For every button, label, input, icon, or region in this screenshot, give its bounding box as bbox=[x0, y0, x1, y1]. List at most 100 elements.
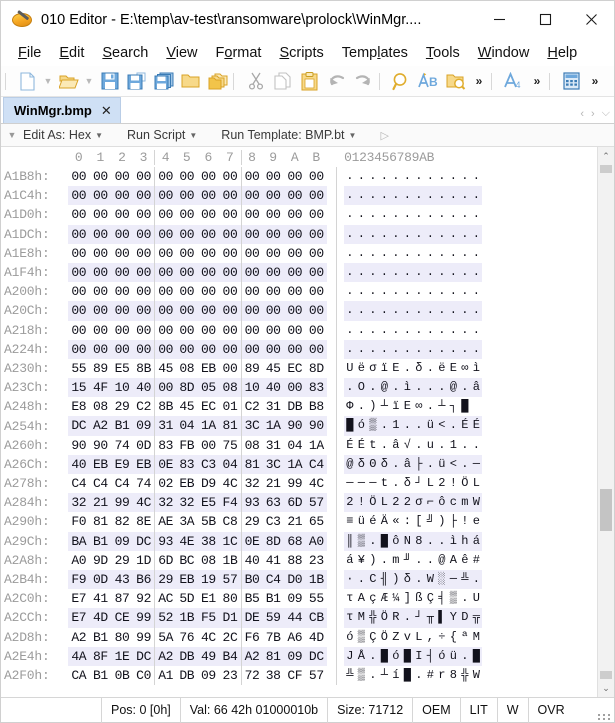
ascii-char-cell[interactable]: ü bbox=[447, 646, 460, 666]
hex-byte-cell[interactable]: 01 bbox=[219, 397, 241, 416]
ascii-char-cell[interactable]: . bbox=[413, 339, 425, 359]
ascii-char-cell[interactable]: . bbox=[471, 244, 483, 263]
hex-byte-cell[interactable]: 09 bbox=[283, 646, 306, 666]
hex-byte-cell[interactable]: 38 bbox=[262, 666, 284, 685]
ascii-char-cell[interactable]: . bbox=[356, 397, 368, 416]
hex-byte-cell[interactable]: 00 bbox=[240, 243, 263, 263]
ascii-char-cell[interactable]: . bbox=[471, 205, 483, 224]
hex-byte-cell[interactable]: 00 bbox=[90, 282, 112, 301]
hex-byte-cell[interactable]: 3C bbox=[262, 454, 284, 474]
hex-byte-cell[interactable]: 00 bbox=[176, 321, 198, 340]
ascii-char-cell[interactable]: Z bbox=[390, 628, 402, 647]
hex-row[interactable]: A260h: 90 90 74 0D 83 FB 00 75 08 31 04 1A É Ét. â √. u. 1… bbox=[1, 435, 597, 455]
hex-byte-cell[interactable]: 32 bbox=[68, 493, 90, 513]
hex-byte-cell[interactable]: 00 bbox=[262, 205, 284, 224]
hex-byte-cell[interactable]: 09 bbox=[198, 666, 220, 685]
menu-tools[interactable]: Tools bbox=[417, 42, 469, 64]
hex-byte-cell[interactable]: 38 bbox=[197, 531, 220, 551]
hex-byte-cell[interactable]: 7B bbox=[262, 628, 284, 647]
hex-byte-cell[interactable]: 1A bbox=[197, 416, 220, 436]
hex-byte-cell[interactable]: 0B bbox=[111, 666, 133, 685]
hex-byte-cell[interactable]: 10 bbox=[111, 378, 133, 398]
ascii-char-cell[interactable]: Ä bbox=[379, 512, 391, 531]
hex-byte-cell[interactable]: 00 bbox=[198, 244, 220, 263]
ascii-char-cell[interactable]: . bbox=[459, 321, 471, 340]
ascii-char-cell[interactable]: ▒ bbox=[356, 666, 368, 685]
edit-as-dropdown[interactable]: Edit As: Hex ▼ bbox=[23, 128, 113, 142]
ascii-char-cell[interactable]: . bbox=[390, 167, 402, 186]
ascii-char-cell[interactable]: r bbox=[436, 666, 448, 685]
ascii-cell-group[interactable]: @ δ Θδ. â ├. ü <. ─ bbox=[336, 454, 483, 474]
hex-byte-cell[interactable]: 57 bbox=[219, 569, 241, 590]
hex-byte-cell[interactable]: 00 bbox=[219, 186, 241, 206]
hex-byte-cell[interactable]: 00 bbox=[89, 301, 112, 321]
hex-byte-cell[interactable]: DC bbox=[132, 646, 155, 666]
ascii-char-cell[interactable]: . bbox=[470, 569, 483, 590]
ascii-char-cell[interactable]: ▒ bbox=[355, 531, 368, 551]
ascii-char-cell[interactable]: . bbox=[471, 167, 483, 186]
ascii-char-cell[interactable]: . bbox=[367, 224, 379, 244]
ascii-char-cell[interactable]: . bbox=[367, 339, 379, 359]
ascii-char-cell[interactable]: 8 bbox=[413, 531, 425, 551]
ascii-char-cell[interactable]: ─ bbox=[470, 454, 483, 474]
ascii-char-cell[interactable]: m bbox=[390, 551, 402, 570]
hex-byte-cell[interactable]: 00 bbox=[154, 205, 176, 225]
hex-byte-cell[interactable]: 29 bbox=[240, 512, 263, 532]
ascii-char-cell[interactable]: ì bbox=[471, 359, 483, 378]
ascii-char-cell[interactable]: ⌐ bbox=[424, 493, 437, 513]
hex-byte-cell[interactable]: D1 bbox=[219, 608, 241, 628]
ascii-char-cell[interactable]: 2 bbox=[390, 493, 402, 513]
ascii-char-cell[interactable]: ▌ bbox=[436, 608, 448, 628]
ascii-char-cell[interactable]: . bbox=[459, 167, 471, 186]
ascii-char-cell[interactable]: . bbox=[424, 262, 437, 283]
ascii-char-cell[interactable]: 2 bbox=[436, 474, 448, 493]
ascii-char-cell[interactable]: . bbox=[390, 321, 402, 340]
run-template-dropdown[interactable]: Run Template: BMP.bt ▼ bbox=[221, 128, 366, 142]
save-as-icon[interactable] bbox=[123, 68, 150, 95]
ascii-char-cell[interactable]: . bbox=[470, 224, 483, 244]
hex-byte-cell[interactable]: 0D bbox=[133, 436, 155, 455]
hex-byte-cell[interactable]: 1A bbox=[283, 454, 306, 474]
hex-byte-cell[interactable]: 57 bbox=[305, 493, 328, 513]
hex-byte-cell[interactable]: 82 bbox=[111, 512, 133, 531]
hex-byte-cell[interactable]: BC bbox=[176, 551, 198, 570]
ascii-cell-group[interactable]: ·. C ╢) δ. W ░ ─ ╩. bbox=[336, 569, 483, 590]
ascii-char-cell[interactable]: . bbox=[402, 321, 414, 340]
hex-byte-cell[interactable]: 00 bbox=[133, 282, 155, 301]
ascii-char-cell[interactable]: . bbox=[425, 397, 437, 416]
ascii-char-cell[interactable]: L bbox=[471, 474, 483, 493]
ascii-char-cell[interactable]: ë bbox=[436, 359, 448, 378]
hex-byte-cell[interactable]: 93 bbox=[154, 531, 176, 551]
hex-byte-cell[interactable]: 49 bbox=[197, 646, 220, 666]
ascii-char-cell[interactable]: ─ bbox=[447, 569, 460, 590]
hex-byte-cell[interactable]: 00 bbox=[111, 244, 133, 263]
ascii-char-cell[interactable]: . bbox=[355, 224, 368, 244]
hex-byte-cell[interactable]: 0E bbox=[240, 531, 263, 551]
hex-byte-cell[interactable]: B4 bbox=[219, 646, 241, 666]
hex-byte-cell[interactable]: 00 bbox=[154, 243, 176, 263]
ascii-char-cell[interactable]: W bbox=[471, 666, 483, 685]
ascii-char-cell[interactable]: . bbox=[436, 531, 448, 551]
hex-byte-cell[interactable]: B6 bbox=[132, 569, 155, 590]
hex-byte-cell[interactable]: 45 bbox=[262, 359, 284, 378]
ascii-char-cell[interactable]: É bbox=[356, 436, 368, 455]
hex-byte-cell[interactable]: 21 bbox=[89, 493, 112, 513]
ascii-char-cell[interactable]: . bbox=[355, 339, 368, 359]
hex-byte-cell[interactable]: 00 bbox=[154, 378, 176, 398]
scrollbar-track[interactable] bbox=[598, 165, 614, 679]
hex-byte-cell[interactable]: 59 bbox=[262, 608, 284, 628]
hex-byte-cell[interactable]: 00 bbox=[240, 320, 263, 340]
ascii-char-cell[interactable]: . bbox=[390, 301, 402, 321]
ascii-char-cell[interactable]: . bbox=[390, 224, 402, 244]
hex-byte-cell[interactable]: 00 bbox=[132, 224, 155, 244]
hex-byte-cell[interactable]: 3A bbox=[176, 512, 198, 531]
hex-byte-cell[interactable]: 5B bbox=[198, 512, 220, 531]
menu-templates[interactable]: Templates bbox=[333, 42, 417, 64]
ascii-char-cell[interactable]: E bbox=[402, 397, 414, 416]
hex-byte-cell[interactable]: 00 bbox=[284, 282, 306, 301]
ascii-cell-group[interactable]: ............ bbox=[336, 243, 483, 263]
ascii-char-cell[interactable]: ╦ bbox=[470, 608, 483, 628]
ascii-char-cell[interactable]: . bbox=[424, 378, 437, 398]
ascii-char-cell[interactable]: 1 bbox=[390, 416, 402, 436]
ascii-char-cell[interactable]: . bbox=[470, 339, 483, 359]
